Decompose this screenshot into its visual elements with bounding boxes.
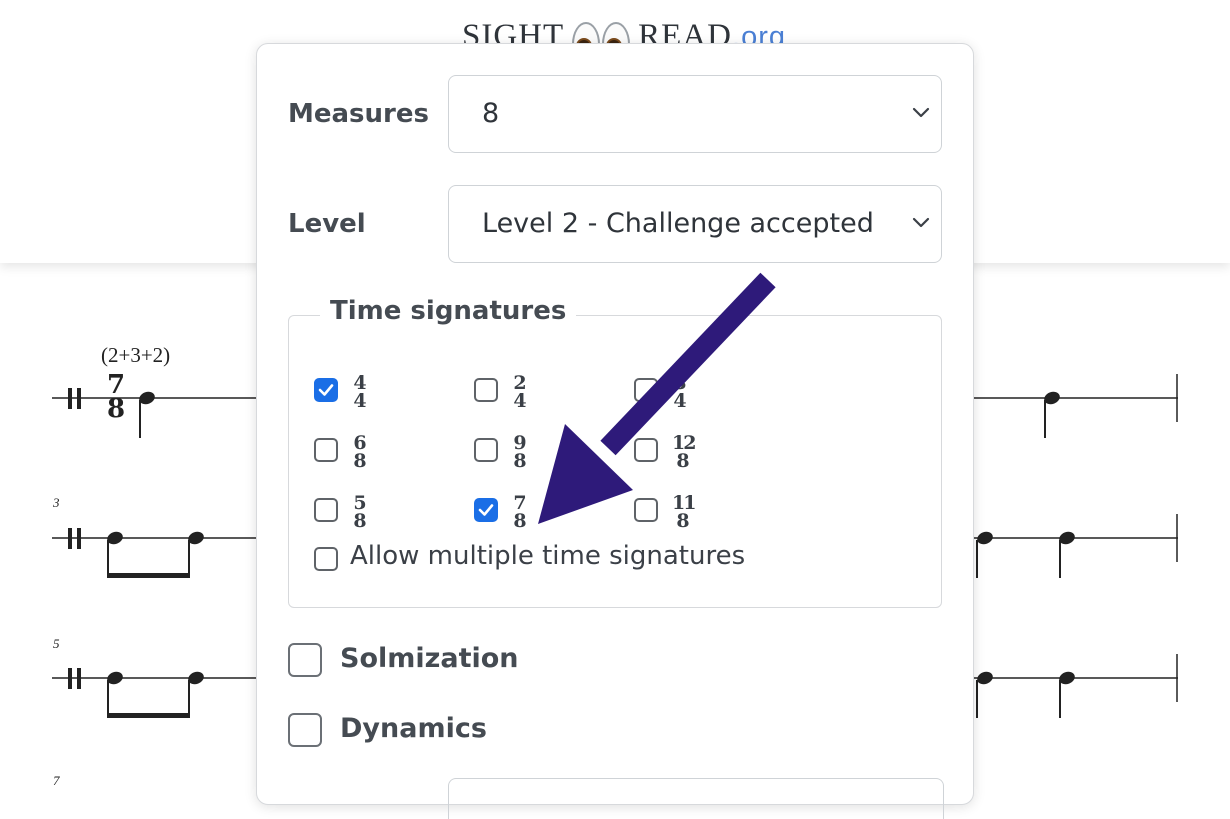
level-select[interactable]: Level 2 - Challenge accepted xyxy=(448,185,942,263)
ts-7-8-checkbox[interactable] xyxy=(474,498,498,522)
solmization-checkbox[interactable] xyxy=(288,643,322,677)
chevron-down-icon xyxy=(912,217,930,228)
measure-number: 5 xyxy=(53,636,60,651)
ts-9-8-checkbox[interactable] xyxy=(474,438,498,462)
dynamics-checkbox[interactable] xyxy=(288,713,322,747)
measures-select-value: 8 xyxy=(482,98,500,129)
level-label: Level xyxy=(288,209,366,239)
score-time-signature: 7 8 xyxy=(104,372,128,424)
ts-9-8-label: 9 8 xyxy=(510,434,530,472)
ts-5-8-label: 5 8 xyxy=(350,494,370,532)
settings-panel: Measures 8 Level Level 2 - Challenge acc… xyxy=(256,43,974,819)
ts-3-4-checkbox[interactable] xyxy=(634,378,658,402)
level-select-value: Level 2 - Challenge accepted xyxy=(482,208,874,239)
measure-number: 7 xyxy=(53,773,60,788)
ts-denominator: 8 xyxy=(353,450,367,472)
ts-denominator: 8 xyxy=(353,510,367,532)
ts-12-8-label: 12 8 xyxy=(672,434,696,472)
ts-12-8-checkbox[interactable] xyxy=(634,438,658,462)
ts-denominator: 8 xyxy=(676,510,689,532)
tempo-grouping: (2+3+2) xyxy=(101,343,171,367)
ts-denominator: 8 xyxy=(513,510,527,532)
ts-3-4-label: 3 4 xyxy=(670,374,690,412)
ts-denominator: 4 xyxy=(673,390,687,412)
measures-select[interactable]: 8 xyxy=(448,75,942,153)
solmization-label[interactable]: Solmization xyxy=(340,643,519,674)
ts-11-8-label: 11 8 xyxy=(672,494,696,532)
ts-2-4-label: 2 4 xyxy=(510,374,530,412)
ts-denominator: 8 xyxy=(513,450,527,472)
checkmark-icon xyxy=(478,504,494,516)
ts-4-4-label: 4 4 xyxy=(350,374,370,412)
checkmark-icon xyxy=(318,384,334,396)
dynamics-label[interactable]: Dynamics xyxy=(340,713,487,744)
ts-7-8-label: 7 8 xyxy=(510,494,530,532)
measures-label: Measures xyxy=(288,99,429,129)
ts-denominator: 8 xyxy=(676,450,689,472)
chevron-down-icon xyxy=(912,107,930,118)
score-ts-denominator: 8 xyxy=(106,394,126,424)
allow-multiple-label[interactable]: Allow multiple time signatures xyxy=(350,541,745,571)
measure-number: 3 xyxy=(53,495,60,510)
allow-multiple-checkbox[interactable] xyxy=(314,547,338,571)
ts-denominator: 4 xyxy=(353,390,367,412)
partial-select[interactable] xyxy=(448,778,944,819)
ts-4-4-checkbox[interactable] xyxy=(314,378,338,402)
ts-2-4-checkbox[interactable] xyxy=(474,378,498,402)
time-signatures-fieldset: Time signatures 4 4 2 4 3 4 6 8 9 8 12 8… xyxy=(288,296,942,608)
ts-6-8-label: 6 8 xyxy=(350,434,370,472)
ts-11-8-checkbox[interactable] xyxy=(634,498,658,522)
ts-5-8-checkbox[interactable] xyxy=(314,498,338,522)
ts-denominator: 4 xyxy=(513,390,527,412)
ts-6-8-checkbox[interactable] xyxy=(314,438,338,462)
time-signatures-legend: Time signatures xyxy=(320,296,577,326)
